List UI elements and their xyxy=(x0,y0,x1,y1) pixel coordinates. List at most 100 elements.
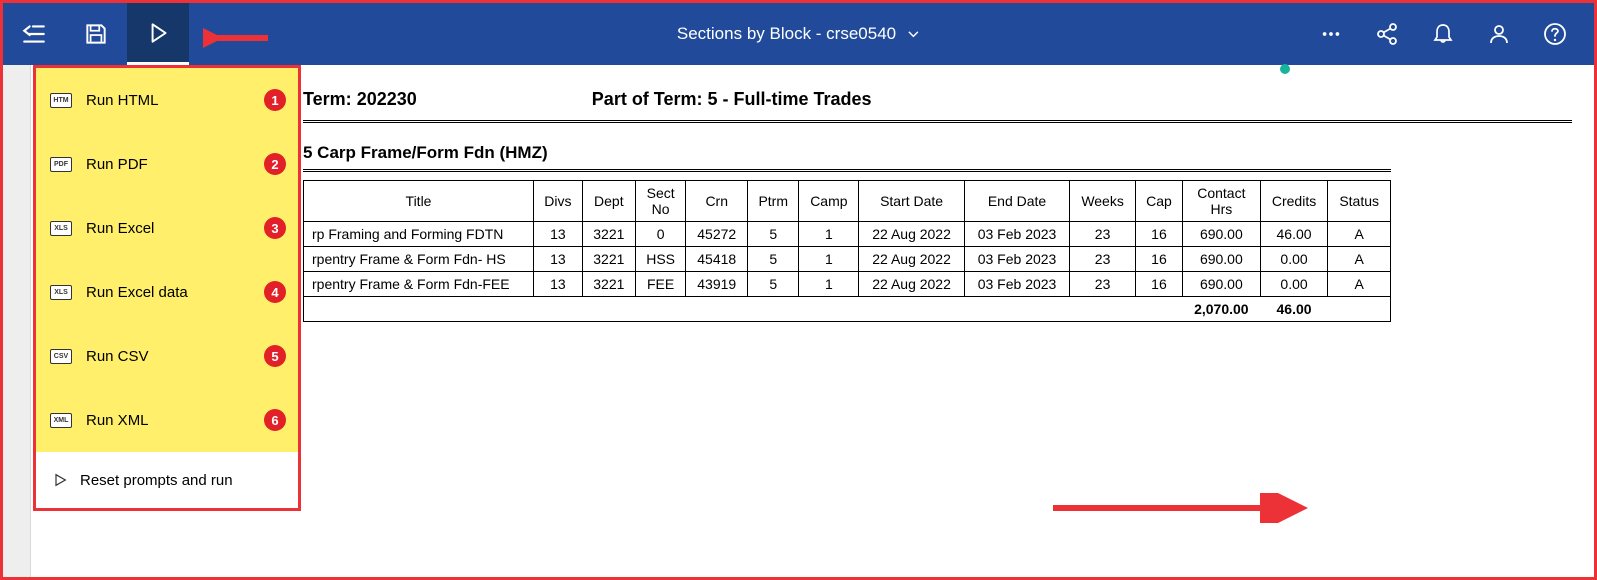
format-badge: PDF xyxy=(50,157,72,172)
table-body: rp Framing and Forming FDTN1332210452725… xyxy=(304,222,1391,323)
indicator-dot xyxy=(1280,64,1290,74)
run-menu-highlight: HTMRun HTML1PDFRun PDF2XLSRun Excel3XLSR… xyxy=(36,68,298,452)
col-dept: Dept xyxy=(582,181,635,222)
run-item-run-xml[interactable]: XMLRun XML6 xyxy=(36,388,298,452)
cell-crn: 45418 xyxy=(686,247,748,272)
step-number-badge: 6 xyxy=(264,409,286,431)
menu-toggle-button[interactable] xyxy=(3,3,65,65)
run-item-run-excel-data[interactable]: XLSRun Excel data4 xyxy=(36,260,298,324)
cell-title: rp Framing and Forming FDTN xyxy=(304,222,534,247)
save-button[interactable] xyxy=(65,3,127,65)
cell-end: 03 Feb 2023 xyxy=(964,247,1069,272)
cell-credits: 46.00 xyxy=(1260,222,1328,247)
toolbar-left xyxy=(3,3,189,65)
col-status: Status xyxy=(1328,181,1391,222)
cell-cap: 16 xyxy=(1135,222,1182,247)
col-weeks: Weeks xyxy=(1070,181,1136,222)
col-start: Start Date xyxy=(859,181,964,222)
col-title: Title xyxy=(304,181,534,222)
col-end: End Date xyxy=(964,181,1069,222)
cell-camp: 1 xyxy=(799,222,859,247)
cell-status: A xyxy=(1328,247,1391,272)
annotation-arrow-top xyxy=(203,23,273,53)
table-header: Title Divs Dept SectNo Crn Ptrm Camp Sta… xyxy=(304,181,1391,222)
play-icon xyxy=(145,20,171,46)
cell-credits: 0.00 xyxy=(1260,247,1328,272)
col-divs: Divs xyxy=(534,181,583,222)
save-icon xyxy=(83,21,109,47)
run-item-run-pdf[interactable]: PDFRun PDF2 xyxy=(36,132,298,196)
help-icon xyxy=(1543,22,1567,46)
chevron-down-icon xyxy=(906,27,920,41)
cell-status: A xyxy=(1328,272,1391,297)
run-item-label: Run XML xyxy=(86,412,149,429)
cell-dept: 3221 xyxy=(582,247,635,272)
cell-contact: 690.00 xyxy=(1182,272,1260,297)
run-menu: HTMRun HTML1PDFRun PDF2XLSRun Excel3XLSR… xyxy=(33,65,301,511)
sections-table: Title Divs Dept SectNo Crn Ptrm Camp Sta… xyxy=(303,180,1391,322)
cell-cap: 16 xyxy=(1135,247,1182,272)
block-title: 5 Carp Frame/Form Fdn (HMZ) xyxy=(303,143,1391,172)
cell-ptrm: 5 xyxy=(748,247,799,272)
help-button[interactable] xyxy=(1530,3,1580,65)
page-title-dropdown[interactable]: Sections by Block - crse0540 xyxy=(677,24,920,44)
run-item-label: Run Excel xyxy=(86,220,154,237)
cell-start: 22 Aug 2022 xyxy=(859,222,964,247)
format-badge: CSV xyxy=(50,349,72,364)
cell-divs: 13 xyxy=(534,222,583,247)
notifications-button[interactable] xyxy=(1418,3,1468,65)
step-number-badge: 1 xyxy=(264,89,286,111)
user-button[interactable] xyxy=(1474,3,1524,65)
toolbar-right xyxy=(1306,3,1594,65)
cell-divs: 13 xyxy=(534,247,583,272)
col-cap: Cap xyxy=(1135,181,1182,222)
format-badge: HTM xyxy=(50,93,72,108)
step-number-badge: 3 xyxy=(264,217,286,239)
term-info-line: Term: 202230 Part of Term: 5 - Full-time… xyxy=(303,89,1572,123)
more-button[interactable] xyxy=(1306,3,1356,65)
cell-sect: 0 xyxy=(635,222,686,247)
cell-dept: 3221 xyxy=(582,222,635,247)
col-camp: Camp xyxy=(799,181,859,222)
cell-credits: 0.00 xyxy=(1260,272,1328,297)
cell-crn: 43919 xyxy=(686,272,748,297)
cell-end: 03 Feb 2023 xyxy=(964,222,1069,247)
cell-sect: HSS xyxy=(635,247,686,272)
ellipsis-icon xyxy=(1320,23,1342,45)
cell-start: 22 Aug 2022 xyxy=(859,272,964,297)
cell-weeks: 23 xyxy=(1070,247,1136,272)
cell-contact: 690.00 xyxy=(1182,247,1260,272)
step-number-badge: 5 xyxy=(264,345,286,367)
pot-label: Part of Term: xyxy=(592,89,703,109)
run-button[interactable] xyxy=(127,3,189,65)
page-title: Sections by Block - crse0540 xyxy=(677,24,896,44)
share-icon xyxy=(1375,22,1399,46)
run-item-run-excel[interactable]: XLS Run Excel 3 xyxy=(36,196,298,260)
cell-dept: 3221 xyxy=(582,272,635,297)
annotation-arrow-bottom xyxy=(1048,493,1308,523)
total-contact: 2,070.00 xyxy=(1182,297,1260,322)
cell-end: 03 Feb 2023 xyxy=(964,272,1069,297)
run-item-run-html[interactable]: HTMRun HTML1 xyxy=(36,68,298,132)
cell-status: A xyxy=(1328,222,1391,247)
cell-title: rpentry Frame & Form Fdn- HS xyxy=(304,247,534,272)
menu-lines-icon xyxy=(21,21,47,47)
cell-weeks: 23 xyxy=(1070,222,1136,247)
col-sect: SectNo xyxy=(635,181,686,222)
step-number-badge: 4 xyxy=(264,281,286,303)
share-button[interactable] xyxy=(1362,3,1412,65)
cell-camp: 1 xyxy=(799,272,859,297)
totals-row: 2,070.0046.00 xyxy=(304,297,1391,322)
reset-prompts-item[interactable]: Reset prompts and run xyxy=(36,452,298,508)
format-badge: XLS xyxy=(50,221,72,236)
cell-ptrm: 5 xyxy=(748,222,799,247)
cell-weeks: 23 xyxy=(1070,272,1136,297)
cell-crn: 45272 xyxy=(686,222,748,247)
col-ptrm: Ptrm xyxy=(748,181,799,222)
run-item-label: Run Excel data xyxy=(86,284,188,301)
table-row: rpentry Frame & Form Fdn- HS133221HSS454… xyxy=(304,247,1391,272)
step-number-badge: 2 xyxy=(264,153,286,175)
run-item-run-csv[interactable]: CSVRun CSV5 xyxy=(36,324,298,388)
bell-icon xyxy=(1431,22,1455,46)
cell-divs: 13 xyxy=(534,272,583,297)
